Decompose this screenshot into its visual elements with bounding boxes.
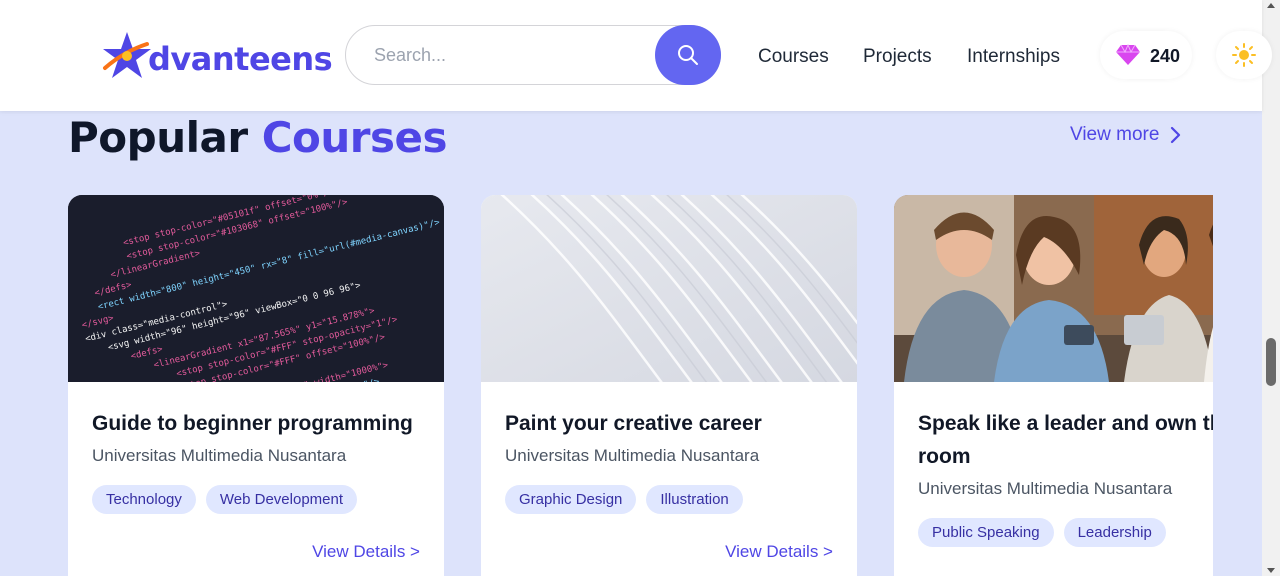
star-logo-icon	[103, 32, 151, 78]
course-tags: Public Speaking Leadership	[918, 518, 1166, 547]
page-scrollbar[interactable]	[1262, 0, 1280, 576]
course-university: Universitas Multimedia Nusantara	[918, 479, 1173, 498]
course-tag: Leadership	[1063, 518, 1166, 547]
course-tag: Graphic Design	[505, 485, 637, 514]
gem-icon	[1116, 44, 1140, 65]
logo-text: dvanteens	[148, 40, 333, 78]
scrollbar-thumb[interactable]	[1266, 338, 1276, 386]
search-bar	[345, 25, 721, 85]
course-title[interactable]: Paint your creative career	[505, 407, 845, 440]
chevron-right-icon	[1171, 126, 1181, 144]
course-tag: Illustration	[646, 485, 743, 514]
nav-projects[interactable]: Projects	[863, 46, 932, 68]
gems-count: 240	[1150, 46, 1181, 66]
scroll-down-arrow-icon[interactable]	[1267, 568, 1275, 573]
course-title[interactable]: Guide to beginner programming	[92, 407, 432, 440]
nav-courses[interactable]: Courses	[758, 46, 829, 68]
course-tag: Public Speaking	[918, 518, 1054, 547]
scroll-up-arrow-icon[interactable]	[1267, 3, 1275, 8]
course-card[interactable]: Paint your creative career Universitas M…	[481, 195, 857, 576]
view-details-link[interactable]: View Details >	[725, 542, 833, 562]
section-title-main: Popular	[68, 113, 248, 162]
search-input[interactable]	[374, 40, 644, 70]
course-title[interactable]: Speak like a leader and own the room	[918, 407, 1213, 473]
top-header: dvanteens Courses Projects Internships 2…	[0, 0, 1272, 111]
course-card[interactable]: <stop stop-color="#05101f" offset="0%"/>…	[68, 195, 444, 576]
course-university: Universitas Multimedia Nusantara	[92, 446, 347, 465]
view-more-link[interactable]: View more	[1070, 124, 1181, 146]
search-button[interactable]	[655, 25, 721, 85]
course-card[interactable]: Speak like a leader and own the room Uni…	[894, 195, 1213, 576]
theme-toggle-button[interactable]	[1216, 31, 1272, 79]
course-tags: Technology Web Development	[92, 485, 358, 514]
logo[interactable]: dvanteens	[101, 30, 333, 82]
sun-icon	[1232, 43, 1256, 67]
view-more-label: View more	[1070, 124, 1160, 145]
gems-counter[interactable]: 240	[1100, 31, 1192, 79]
course-tag: Technology	[92, 485, 196, 514]
card-clip: Speak like a leader and own the room Uni…	[894, 195, 1213, 576]
section-title-accent: Courses	[261, 113, 448, 162]
section-title: Popular Courses	[68, 113, 447, 162]
course-tags: Graphic Design Illustration	[505, 485, 743, 514]
course-tag: Web Development	[205, 485, 358, 514]
view-details-link[interactable]: View Details >	[312, 542, 420, 562]
nav-internships[interactable]: Internships	[967, 46, 1060, 68]
abstract-waves-image	[481, 195, 857, 382]
search-icon	[678, 45, 698, 65]
people-meeting-image	[894, 195, 1213, 382]
course-university: Universitas Multimedia Nusantara	[505, 446, 760, 465]
code-screen-image: <stop stop-color="#05101f" offset="0%"/>…	[68, 195, 444, 382]
